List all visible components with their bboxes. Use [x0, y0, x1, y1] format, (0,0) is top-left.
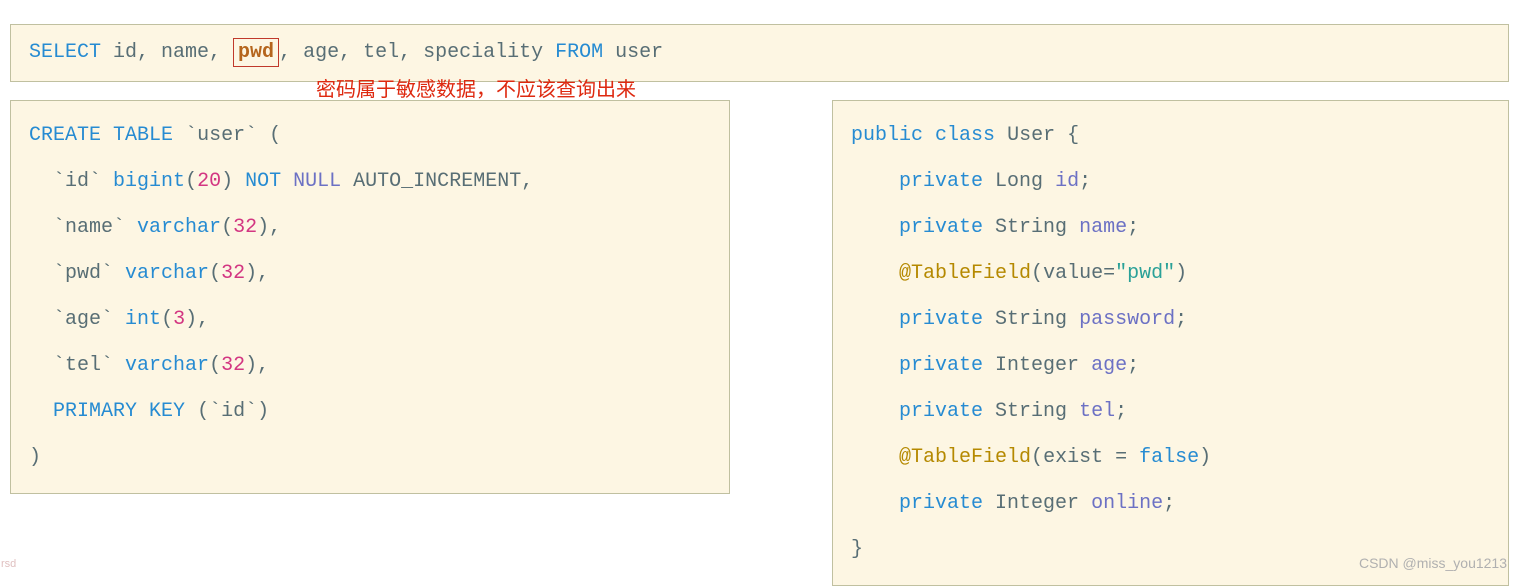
- attr-exist: exist: [1043, 446, 1103, 469]
- private-kw3: private: [899, 308, 983, 331]
- num-3: 3: [173, 308, 185, 331]
- close-paren: ): [29, 446, 41, 469]
- open-paren: (: [257, 124, 281, 147]
- attr-value: value: [1043, 262, 1103, 285]
- primary-kw: PRIMARY: [53, 400, 137, 423]
- private-kw4: private: [899, 354, 983, 377]
- private-kw5: private: [899, 400, 983, 423]
- num-32b: 32: [221, 262, 245, 285]
- private-kw6: private: [899, 492, 983, 515]
- sql-from-keyword: FROM: [555, 41, 603, 64]
- private-kw2: private: [899, 216, 983, 239]
- col-tel: `tel`: [53, 354, 113, 377]
- num-20: 20: [197, 170, 221, 193]
- table-name: `user`: [185, 124, 257, 147]
- class-name: User: [1007, 124, 1055, 147]
- type-string: String: [995, 216, 1067, 239]
- type-long: Long: [995, 170, 1043, 193]
- side-text: rsd: [1, 556, 16, 574]
- not-kw: NOT: [245, 170, 281, 193]
- field-id: id: [1055, 170, 1079, 193]
- type-varchar2: varchar: [125, 262, 209, 285]
- open-brace: {: [1067, 124, 1079, 147]
- pk-col: (`id`): [197, 400, 269, 423]
- type-varchar3: varchar: [125, 354, 209, 377]
- sql-select-box: SELECT id, name, pwd, age, tel, speciali…: [10, 24, 1509, 82]
- col-id: `id`: [53, 170, 101, 193]
- type-integer2: Integer: [995, 492, 1079, 515]
- num-32c: 32: [221, 354, 245, 377]
- num-32a: 32: [233, 216, 257, 239]
- tablefield-anno1: @TableField: [899, 262, 1031, 285]
- csdn-watermark: CSDN @miss_you1213: [1359, 552, 1507, 574]
- create-kw: CREATE: [29, 124, 101, 147]
- col-pwd: `pwd`: [53, 262, 113, 285]
- sql-select-keyword: SELECT: [29, 41, 101, 64]
- auto-inc: AUTO_INCREMENT: [353, 170, 521, 193]
- type-integer: Integer: [995, 354, 1079, 377]
- sql-table-name: user: [603, 41, 663, 64]
- field-age: age: [1091, 354, 1127, 377]
- create-table-box: CREATE TABLE `user` ( `id` bigint(20) NO…: [10, 100, 730, 494]
- public-kw: public: [851, 124, 923, 147]
- field-password: password: [1079, 308, 1175, 331]
- field-online: online: [1091, 492, 1163, 515]
- sql-cols-post: , age, tel, speciality: [279, 41, 555, 64]
- pwd-highlight: pwd: [233, 38, 279, 67]
- val-pwd: "pwd": [1115, 262, 1175, 285]
- field-name: name: [1079, 216, 1127, 239]
- type-varchar: varchar: [137, 216, 221, 239]
- col-name: `name`: [53, 216, 125, 239]
- type-string3: String: [995, 400, 1067, 423]
- close-brace: }: [851, 538, 863, 561]
- sql-cols-pre: id, name,: [101, 41, 233, 64]
- java-class-box: public class User { private Long id; pri…: [832, 100, 1509, 586]
- type-bigint: bigint: [113, 170, 185, 193]
- tablefield-anno2: @TableField: [899, 446, 1031, 469]
- val-false: false: [1139, 446, 1199, 469]
- table-kw: TABLE: [113, 124, 173, 147]
- null-kw: NULL: [293, 170, 341, 193]
- field-tel: tel: [1079, 400, 1115, 423]
- private-kw: private: [899, 170, 983, 193]
- col-age: `age`: [53, 308, 113, 331]
- type-string2: String: [995, 308, 1067, 331]
- key-kw: KEY: [149, 400, 185, 423]
- type-int: int: [125, 308, 161, 331]
- class-kw: class: [935, 124, 995, 147]
